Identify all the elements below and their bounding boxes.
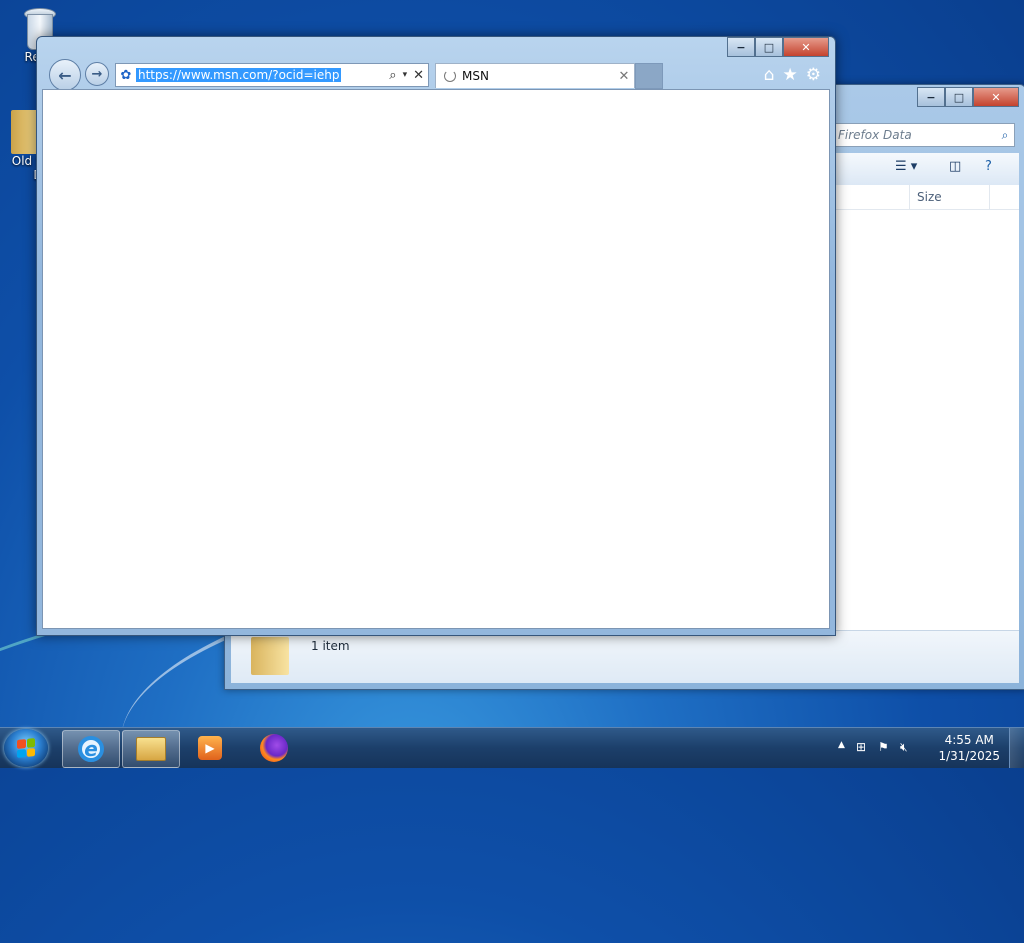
explorer-search-text: Firefox Data <box>838 128 912 142</box>
home-icon[interactable]: ⌂ <box>764 65 775 85</box>
explorer-close-button[interactable]: ✕ <box>973 87 1019 107</box>
volume-muted-icon[interactable]: 🔇︎ <box>900 740 908 755</box>
new-tab-button[interactable] <box>635 63 663 89</box>
windows-explorer-icon <box>136 737 166 761</box>
explorer-status-bar: 1 item <box>231 630 1019 683</box>
page-content-area[interactable] <box>42 89 830 629</box>
ie-command-icons: ⌂ ★ ⚙ <box>764 65 821 85</box>
show-desktop-button[interactable] <box>1009 728 1024 768</box>
address-bar[interactable]: ✿ https://www.msn.com/?ocid=iehp ⌕ ▾ ✕ <box>115 63 429 87</box>
taskbar-internet-explorer[interactable]: e <box>62 730 120 768</box>
taskbar-firefox[interactable] <box>246 730 302 766</box>
taskbar-windows-explorer[interactable] <box>122 730 180 768</box>
loading-spinner-icon <box>444 70 456 82</box>
favorites-star-icon[interactable]: ★ <box>783 65 798 85</box>
ie-window-controls: − □ ✕ <box>727 37 829 57</box>
back-icon: ← <box>58 65 72 85</box>
start-button[interactable] <box>4 729 48 767</box>
clock[interactable]: 4:55 AM 1/31/2025 <box>938 732 1000 764</box>
column-header-size[interactable]: Size <box>917 190 942 204</box>
back-button[interactable]: ← <box>49 59 81 91</box>
msn-favicon-icon: ✿ <box>120 67 132 83</box>
settings-gear-icon[interactable]: ⚙ <box>806 65 821 85</box>
internet-explorer-icon: e <box>78 736 104 762</box>
internet-explorer-window[interactable]: − □ ✕ ← → ✿ https://www.msn.com/?ocid=ie… <box>36 36 836 636</box>
help-icon[interactable]: ? <box>985 159 992 174</box>
clock-time: 4:55 AM <box>944 733 994 747</box>
clock-date: 1/31/2025 <box>938 749 1000 763</box>
tab-msn[interactable]: MSN ✕ <box>435 63 635 88</box>
taskbar: e ▶ ▲ ⊞ ⚑ 🔇︎ 4:55 AM 1/31/2025 <box>0 727 1024 768</box>
preview-pane-icon[interactable]: ◫ <box>949 159 961 174</box>
forward-icon: → <box>91 66 103 82</box>
close-tab-icon[interactable]: ✕ <box>614 69 634 84</box>
ie-maximize-button[interactable]: □ <box>755 37 783 57</box>
firefox-icon <box>260 734 288 762</box>
show-hidden-icons-icon[interactable]: ▲ <box>838 740 845 750</box>
address-url[interactable]: https://www.msn.com/?ocid=iehp <box>136 68 342 82</box>
search-icon[interactable]: ⌕ <box>996 128 1014 143</box>
item-count: 1 item <box>311 639 350 653</box>
ie-minimize-button[interactable]: − <box>727 37 755 57</box>
explorer-window-controls: − □ ✕ <box>917 87 1019 107</box>
media-player-icon: ▶ <box>198 736 222 760</box>
action-center-flag-icon[interactable]: ⚑ <box>878 740 889 754</box>
dropdown-arrow-icon[interactable]: ▾ <box>403 70 408 80</box>
stop-icon[interactable]: ✕ <box>413 68 424 83</box>
forward-button[interactable]: → <box>85 62 109 86</box>
explorer-maximize-button[interactable]: □ <box>945 87 973 107</box>
network-icon[interactable]: ⊞ <box>856 740 866 754</box>
explorer-search-input[interactable]: Firefox Data ⌕ <box>823 123 1015 147</box>
explorer-minimize-button[interactable]: − <box>917 87 945 107</box>
tab-title: MSN <box>462 69 489 83</box>
taskbar-media-player[interactable]: ▶ <box>182 730 238 766</box>
windows-logo-icon <box>17 738 35 758</box>
view-options-icon[interactable]: ☰ ▾ <box>895 159 917 174</box>
folder-icon <box>251 637 289 675</box>
search-icon[interactable]: ⌕ <box>389 68 396 83</box>
ie-close-button[interactable]: ✕ <box>783 37 829 57</box>
system-tray: ▲ ⊞ ⚑ 🔇︎ 4:55 AM 1/31/2025 <box>834 728 1024 768</box>
